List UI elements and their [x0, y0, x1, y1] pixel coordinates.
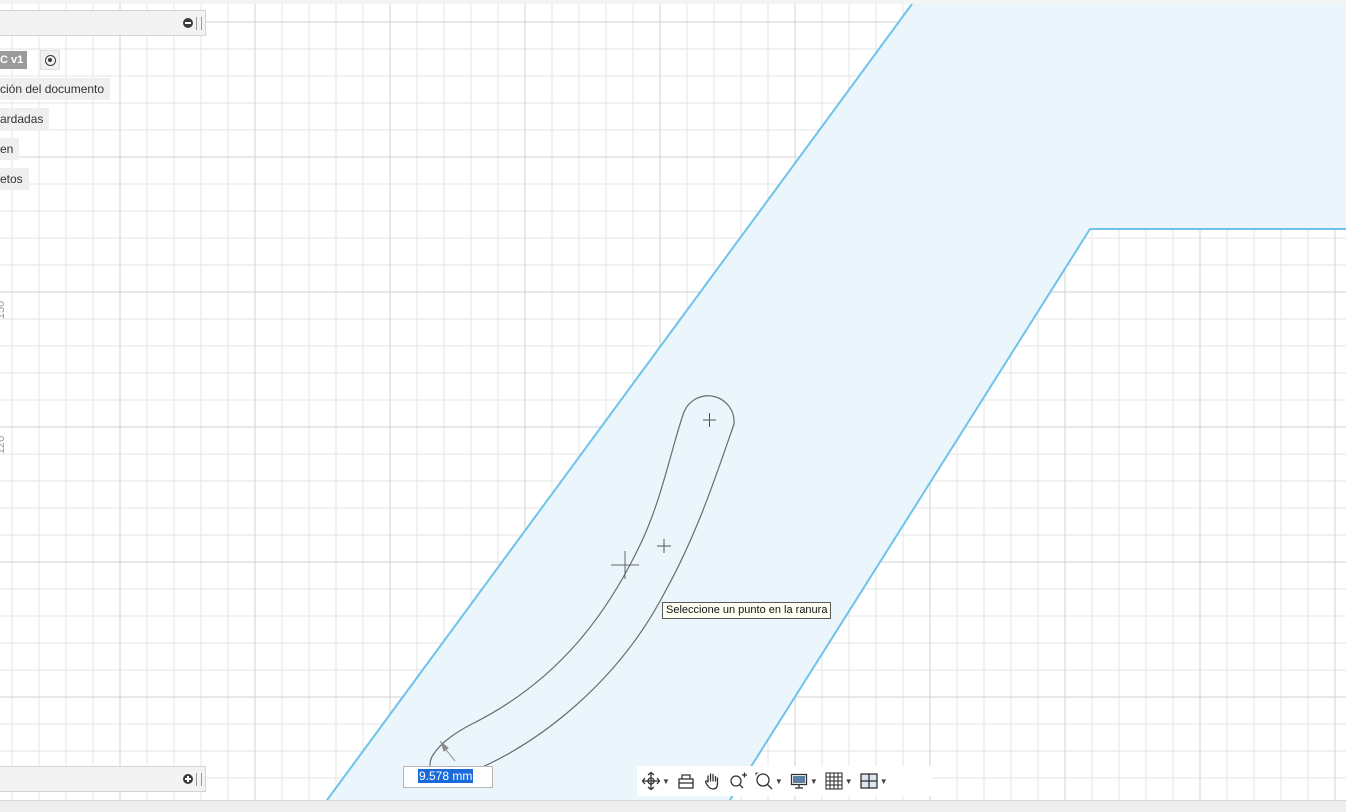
- grid-icon: [825, 772, 843, 790]
- orbit-icon: [641, 771, 661, 791]
- activate-component-button[interactable]: [40, 50, 60, 70]
- display-settings-icon: [790, 773, 807, 789]
- fit-icon: [755, 772, 773, 790]
- ruler-label-upper: 150: [0, 301, 7, 319]
- browser-item-document-settings[interactable]: ción del documento: [0, 78, 111, 100]
- grid-snaps-button[interactable]: ▼: [824, 769, 853, 793]
- look-at-button[interactable]: [676, 769, 696, 793]
- browser-item-named-views[interactable]: ardadas: [0, 108, 50, 130]
- fit-button[interactable]: ▼: [754, 769, 783, 793]
- browser-item-label: en: [0, 142, 14, 156]
- comments-panel-header[interactable]: [0, 766, 206, 792]
- sketch-profile-region[interactable]: [319, 4, 1346, 811]
- browser-item-label: ción del documento: [0, 82, 105, 96]
- dimension-input[interactable]: 9.578 mm: [403, 766, 493, 788]
- chevron-down-icon: ▼: [774, 776, 783, 786]
- expand-panel-icon[interactable]: [183, 774, 193, 784]
- chevron-down-icon: ▼: [879, 776, 888, 786]
- ruler-label-lower: 120: [0, 436, 7, 454]
- look-at-icon: [678, 774, 694, 789]
- browser-item-origin[interactable]: en: [0, 138, 20, 160]
- document-version-badge[interactable]: C v1: [0, 51, 28, 69]
- sketch-tooltip: Seleccione un punto en la ranura: [662, 602, 832, 619]
- browser-item-label: ardadas: [0, 112, 44, 126]
- window-top-edge: [0, 0, 1346, 4]
- document-version-label: C v1: [0, 54, 24, 66]
- design-canvas[interactable]: 150 120: [0, 0, 1346, 811]
- navigation-toolbar: ▼ ▼ ▼ ▼ ▼: [637, 766, 933, 796]
- zoom-button[interactable]: [728, 769, 748, 793]
- chevron-down-icon: ▼: [809, 776, 818, 786]
- zoom-icon: [730, 772, 747, 789]
- panel-resize-grip-icon[interactable]: [196, 17, 202, 30]
- chevron-down-icon: ▼: [662, 776, 670, 786]
- browser-panel-header[interactable]: [0, 10, 206, 36]
- collapse-panel-icon[interactable]: [183, 18, 193, 28]
- orbit-button[interactable]: ▼: [641, 769, 670, 793]
- display-settings-button[interactable]: ▼: [789, 769, 818, 793]
- browser-item-bodies[interactable]: etos: [0, 168, 29, 190]
- viewports-button[interactable]: ▼: [859, 769, 888, 793]
- pan-icon: [704, 773, 719, 790]
- browser-item-label: etos: [0, 172, 23, 186]
- chevron-down-icon: ▼: [844, 776, 853, 786]
- radio-target-icon: [44, 54, 56, 66]
- pan-button[interactable]: [702, 769, 722, 793]
- panel-resize-grip-icon[interactable]: [196, 773, 202, 786]
- viewports-icon: [860, 773, 878, 789]
- dimension-value[interactable]: 9.578 mm: [418, 769, 474, 783]
- status-bar: [0, 800, 1346, 812]
